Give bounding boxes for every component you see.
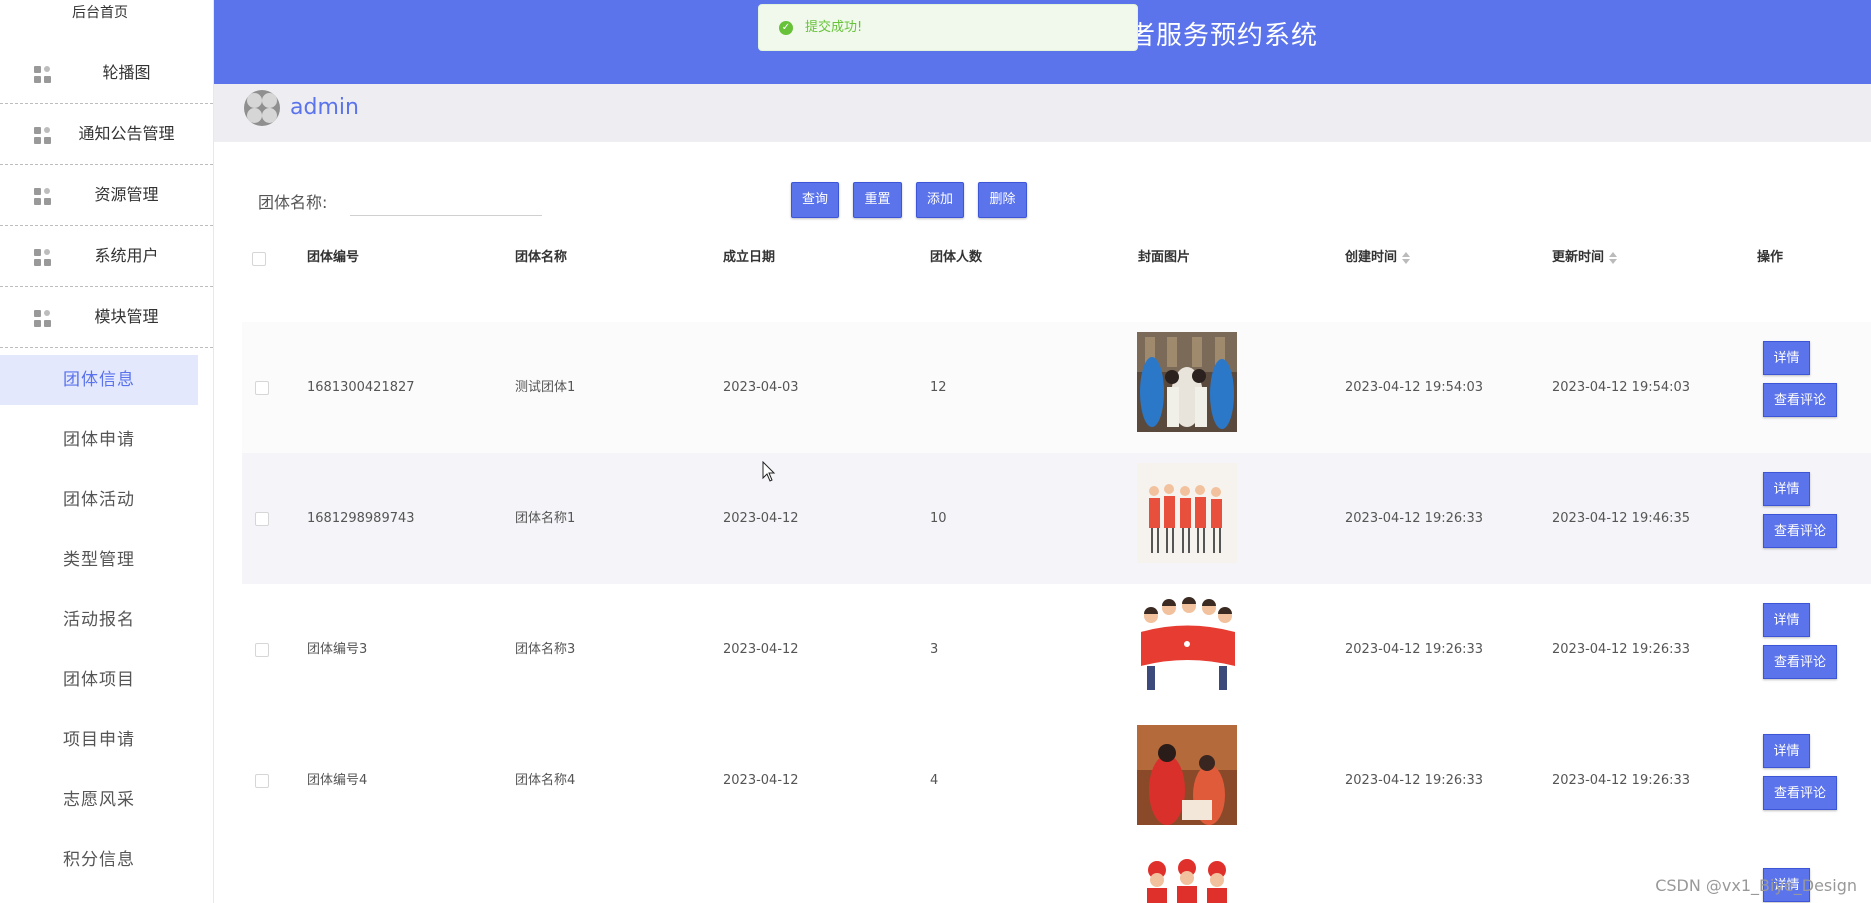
sidebar-menu-resources[interactable]: 资源管理 [0,166,213,226]
col-header-count: 团体人数 [930,250,983,265]
watermark: CSDN @vx1_Biye_Design [1655,876,1857,895]
cell-updated: 2023-04-12 19:26:33 [1552,773,1691,788]
user-bar: admin [214,84,1871,142]
col-header-created[interactable]: 创建时间 [1345,237,1411,279]
view-comments-button[interactable]: 查看评论 [1763,776,1837,810]
col-header-updated-label: 更新时间 [1552,250,1605,265]
cover-image[interactable] [1137,725,1237,825]
row-checkbox[interactable] [255,512,269,526]
row-checkbox[interactable] [255,381,269,395]
cell-count: 10 [930,511,947,526]
cell-count: 3 [930,642,939,657]
table-row: 1681300421827 测试团体1 2023-04-03 12 2023-0… [242,322,1871,453]
cover-image[interactable] [1137,332,1237,432]
sidebar-menu-system-users[interactable]: 系统用户 [0,227,213,287]
sidebar-menu-label: 资源管理 [94,185,159,204]
view-comments-button[interactable]: 查看评论 [1763,514,1837,548]
sidebar-menu-modules[interactable]: 模块管理 [0,288,213,348]
cell-date: 2023-04-12 [723,511,799,526]
sidebar: 后台首页 轮播图 通知公告管理 资源管理 系统用户 模块管理 团体信息 团体申请… [0,0,214,903]
sidebar-menu-label: 系统用户 [94,246,159,265]
table-row: 详情 [242,846,1871,903]
cell-id: 1681300421827 [307,380,415,395]
table-row: 团体编号3 团体名称3 2023-04-12 3 2023-04-12 19:2… [242,584,1871,715]
cell-id: 团体编号3 [307,642,368,657]
sidebar-subitem-type-manage[interactable]: 类型管理 [0,535,198,585]
sidebar-menu-carousel[interactable]: 轮播图 [0,44,213,104]
check-circle-icon: ✓ [779,21,793,35]
cell-id: 1681298989743 [307,511,415,526]
sidebar-menu-label: 通知公告管理 [78,124,175,143]
avatar-icon[interactable] [244,90,280,126]
sidebar-subitem-group-activity[interactable]: 团体活动 [0,475,198,525]
view-comments-button[interactable]: 查看评论 [1763,645,1837,679]
sidebar-menu-notice[interactable]: 通知公告管理 [0,105,213,165]
table-row: 1681298989743 团体名称1 2023-04-12 10 2023-0… [242,453,1871,584]
cell-count: 4 [930,773,939,788]
view-comments-button[interactable]: 查看评论 [1763,383,1837,417]
cell-updated: 2023-04-12 19:46:35 [1552,511,1691,526]
sidebar-subitem-group-info[interactable]: 团体信息 [0,355,198,405]
cell-name: 团体名称4 [515,773,576,788]
sidebar-subitem-group-project[interactable]: 团体项目 [0,655,198,705]
detail-button[interactable]: 详情 [1763,472,1810,506]
sort-icon[interactable] [1402,251,1411,264]
mouse-cursor-icon [762,461,776,482]
cell-date: 2023-04-03 [723,380,799,395]
row-checkbox[interactable] [255,774,269,788]
col-header-cover: 封面图片 [1138,250,1191,265]
col-header-updated[interactable]: 更新时间 [1552,237,1618,279]
col-header-actions: 操作 [1757,250,1784,265]
detail-button[interactable]: 详情 [1763,341,1810,375]
cell-created: 2023-04-12 19:26:33 [1345,511,1484,526]
cell-updated: 2023-04-12 19:54:03 [1552,380,1691,395]
cover-image[interactable] [1137,463,1237,563]
success-toast: ✓ 提交成功! [758,4,1138,51]
cell-created: 2023-04-12 19:54:03 [1345,380,1484,395]
cell-date: 2023-04-12 [723,642,799,657]
cell-date: 2023-04-12 [723,773,799,788]
col-header-date: 成立日期 [723,250,776,265]
cell-count: 12 [930,380,947,395]
detail-button[interactable]: 详情 [1763,603,1810,637]
cell-name: 团体名称3 [515,642,576,657]
detail-button[interactable]: 详情 [1763,734,1810,768]
cell-updated: 2023-04-12 19:26:33 [1552,642,1691,657]
cell-id: 团体编号4 [307,773,368,788]
col-header-id: 团体编号 [307,250,360,265]
cell-name: 团体名称1 [515,511,576,526]
sidebar-menu-label: 模块管理 [94,307,159,326]
group-name-input[interactable] [350,180,542,216]
group-name-label: 团体名称: [258,193,328,212]
sidebar-subitem-activity-signup[interactable]: 活动报名 [0,595,198,645]
cell-created: 2023-04-12 19:26:33 [1345,642,1484,657]
sort-icon[interactable] [1609,251,1618,264]
col-header-created-label: 创建时间 [1345,250,1398,265]
col-header-name: 团体名称 [515,250,568,265]
sidebar-home-link[interactable]: 后台首页 [0,0,200,30]
main-content: 团体名称: 查询 重置 添加 删除 团体编号 团体名称 成立日期 团体人数 封面… [222,145,1871,903]
row-checkbox[interactable] [255,643,269,657]
select-all-checkbox[interactable] [252,252,266,266]
cover-image[interactable] [1137,594,1237,694]
cover-image[interactable] [1137,856,1237,903]
reset-button[interactable]: 重置 [853,182,902,218]
sidebar-subitem-points[interactable]: 积分信息 [0,835,198,885]
cell-created: 2023-04-12 19:26:33 [1345,773,1484,788]
cell-name: 测试团体1 [515,380,576,395]
sidebar-subitem-volunteer-style[interactable]: 志愿风采 [0,775,198,825]
sidebar-subitem-group-apply[interactable]: 团体申请 [0,415,198,465]
table-header: 团体编号 团体名称 成立日期 团体人数 封面图片 创建时间 更新时间 操作 [242,237,1871,279]
add-button[interactable]: 添加 [916,182,964,218]
page-title: 者服务预约系统 [1129,21,1319,51]
search-button[interactable]: 查询 [791,182,839,218]
username[interactable]: admin [290,84,359,132]
sidebar-menu-label: 轮播图 [102,63,151,82]
toast-message: 提交成功! [805,20,863,35]
table-row: 团体编号4 团体名称4 2023-04-12 4 2023-04-12 19:2… [242,715,1871,846]
sidebar-subitem-project-apply[interactable]: 项目申请 [0,715,198,765]
delete-button[interactable]: 删除 [978,182,1027,218]
